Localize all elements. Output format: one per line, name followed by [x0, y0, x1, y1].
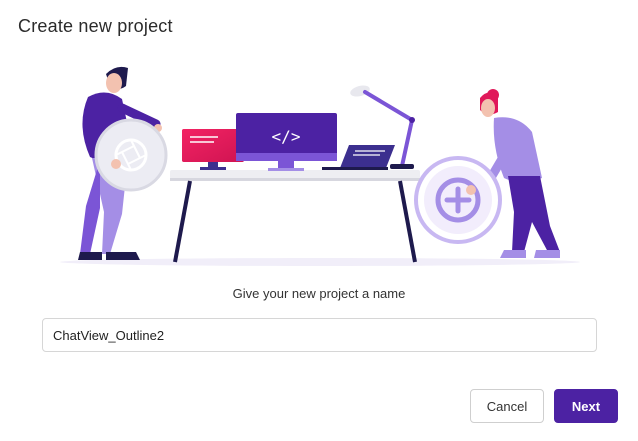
pink-monitor — [182, 129, 244, 170]
left-person-hand — [111, 159, 121, 169]
project-name-prompt: Give your new project a name — [232, 286, 406, 301]
next-button[interactable]: Next — [554, 389, 618, 423]
dialog-title: Create new project — [18, 16, 173, 36]
camera-aperture-icon — [94, 118, 168, 192]
desk — [170, 170, 420, 263]
plus-circle-icon — [414, 156, 502, 244]
code-monitor: </> — [236, 113, 337, 171]
right-person-hand — [466, 185, 476, 195]
project-illustration: </> — [60, 66, 580, 266]
cancel-button[interactable]: Cancel — [470, 389, 544, 423]
create-project-dialog: Create new project </> Give your new pro… — [0, 0, 638, 441]
project-name-input[interactable] — [42, 318, 597, 352]
code-symbol: </> — [272, 127, 301, 146]
